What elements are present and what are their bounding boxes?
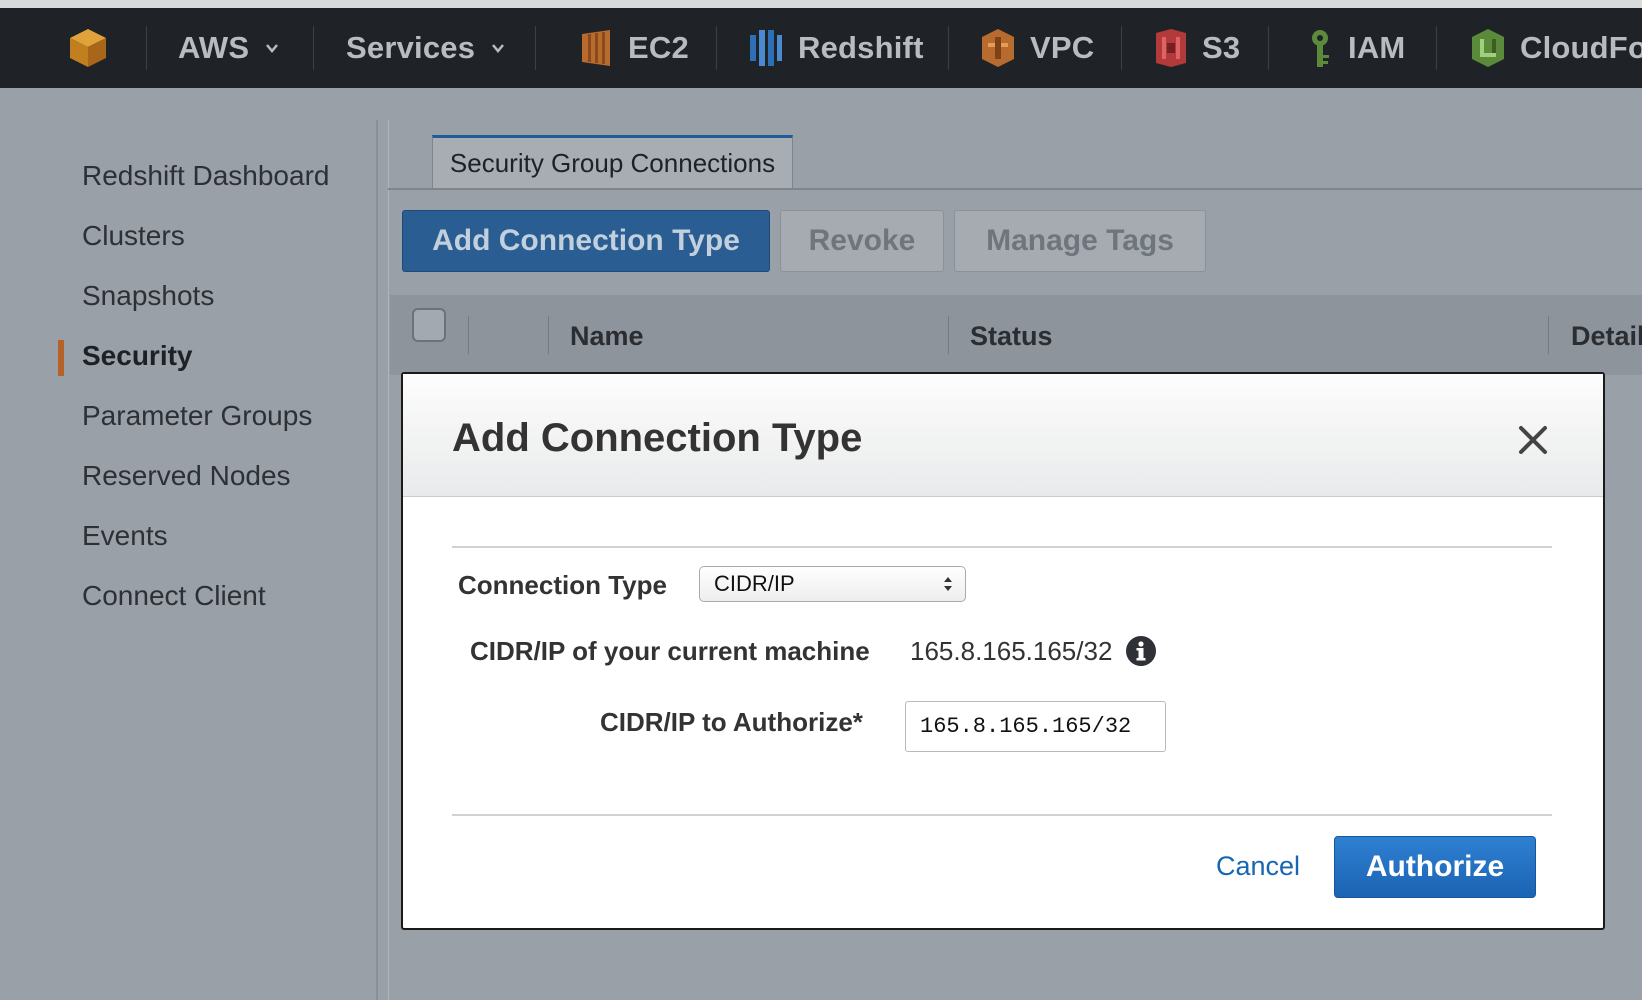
select-all-checkbox[interactable] [412,308,446,342]
sidebar-divider [376,120,378,1000]
nav-iam-label: IAM [1348,30,1406,65]
connection-type-label: Connection Type [458,570,667,600]
nav-separator [535,26,536,70]
dialog-bottom-rule [452,814,1552,816]
aws-cube-icon [70,29,106,67]
column-separator [548,316,549,354]
sidebar-item-security[interactable]: Security [82,340,193,372]
sidebar-item-connect-client[interactable]: Connect Client [82,580,266,612]
nav-services-label: Services [346,30,476,65]
authorize-button[interactable]: Authorize [1334,836,1536,898]
chevron-down-icon [266,44,279,53]
dialog-header: Add Connection Type [403,374,1603,497]
nav-separator [146,26,147,70]
column-header-detail[interactable]: Detail [1571,321,1642,352]
nav-ec2[interactable]: EC2 [578,8,689,88]
nav-separator [948,26,949,70]
nav-cloudformation[interactable]: CloudFo [1470,8,1642,88]
column-header-name[interactable]: Name [570,321,644,352]
sidebar-item-redshift-dashboard[interactable]: Redshift Dashboard [82,160,329,192]
nav-ec2-label: EC2 [628,30,689,65]
nav-separator [716,26,717,70]
tab-strip-rule [388,188,1642,190]
nav-s3[interactable]: S3 [1154,8,1240,88]
info-icon[interactable] [1125,635,1157,667]
redshift-icon [750,30,782,66]
sidebar-item-reserved-nodes[interactable]: Reserved Nodes [82,460,291,492]
nav-s3-label: S3 [1202,30,1241,65]
window-top-strip [0,0,1642,8]
connection-type-select[interactable]: CIDR/IP [699,566,966,602]
sidebar-item-clusters[interactable]: Clusters [82,220,185,252]
nav-redshift[interactable]: Redshift [748,8,924,88]
dialog-top-rule [452,546,1552,548]
sidebar-item-events[interactable]: Events [82,520,168,552]
column-separator [948,316,949,354]
current-machine-value: 165.8.165.165/32 [910,636,1113,666]
nav-separator [313,26,314,70]
nav-iam[interactable]: IAM [1306,8,1405,88]
connection-type-selected-value: CIDR/IP [714,571,795,596]
select-arrows-icon [944,577,952,591]
nav-cloudformation-label: CloudFo [1520,30,1642,65]
nav-aws-label: AWS [178,30,250,65]
dialog-title: Add Connection Type [452,416,863,460]
nav-vpc[interactable]: VPC [980,8,1094,88]
current-machine-label: CIDR/IP of your current machine [470,636,870,666]
nav-separator [1121,26,1122,70]
column-separator [468,316,469,354]
ec2-icon [582,30,610,66]
column-separator [1548,316,1549,354]
sidebar-active-marker [58,340,64,376]
aws-logo[interactable] [66,8,110,88]
column-header-status[interactable]: Status [970,321,1053,352]
cidr-authorize-label: CIDR/IP to Authorize* [600,707,863,737]
cidr-authorize-input[interactable] [905,701,1166,752]
sidebar [0,88,384,1000]
s3-icon [1156,29,1186,67]
chevron-down-icon [492,44,505,53]
cancel-button[interactable]: Cancel [1216,851,1300,882]
close-icon[interactable] [1515,422,1551,458]
add-connection-type-dialog: Add Connection Type Connection Type CIDR… [401,372,1605,930]
nav-aws-menu[interactable]: AWS [178,8,279,88]
vpc-icon [982,29,1014,67]
revoke-button[interactable]: Revoke [780,210,944,272]
nav-vpc-label: VPC [1030,30,1095,65]
add-connection-type-button[interactable]: Add Connection Type [402,210,770,272]
nav-redshift-label: Redshift [798,30,924,65]
top-navigation-bar: AWS Services EC2 Redshift VPC S3 IAM Clo… [0,8,1642,88]
cloudformation-icon [1472,29,1504,67]
sidebar-item-parameter-groups[interactable]: Parameter Groups [82,400,312,432]
sidebar-divider-highlight [388,120,389,1000]
nav-separator [1268,26,1269,70]
nav-separator [1436,26,1437,70]
tab-security-group-connections[interactable]: Security Group Connections [432,135,793,188]
manage-tags-button[interactable]: Manage Tags [954,210,1206,272]
iam-icon [1312,30,1329,67]
sidebar-item-snapshots[interactable]: Snapshots [82,280,214,312]
nav-services-menu[interactable]: Services [346,8,505,88]
